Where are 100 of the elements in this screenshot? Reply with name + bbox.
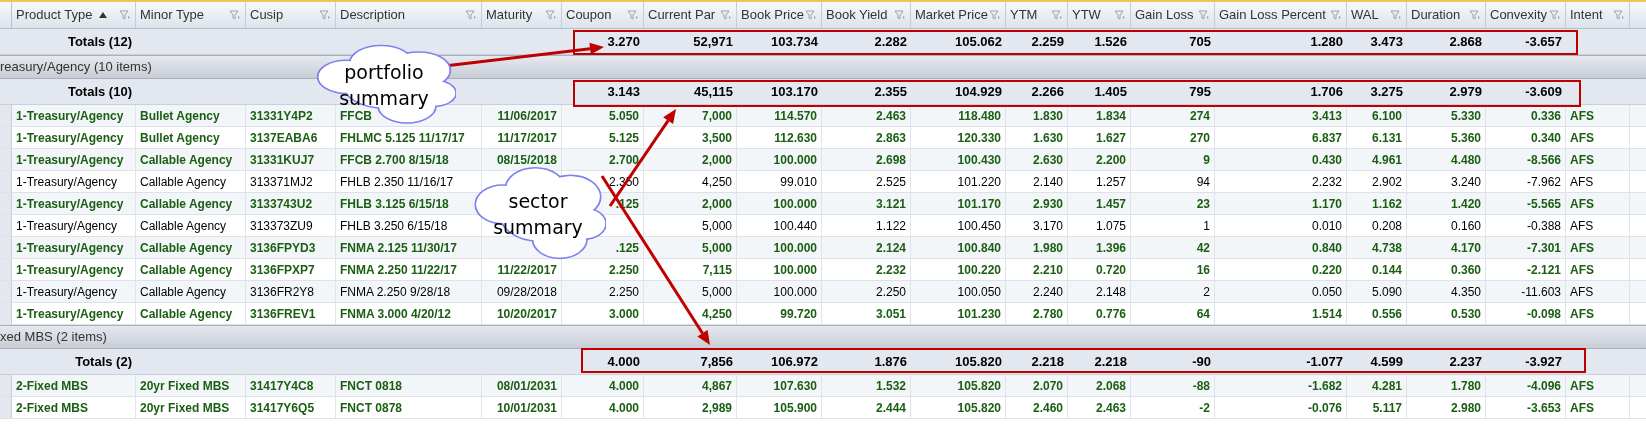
table-cell-text: 118.480 [958,107,1001,125]
table-cell-text: 5.117 [1372,399,1402,417]
filter-icon[interactable] [1390,9,1402,21]
column-header[interactable]: Cusip [246,2,336,28]
table-cell-text: -8.566 [1526,151,1561,169]
filter-icon[interactable] [1330,9,1342,21]
table-cell-text: 4.000 [608,377,639,395]
row-handle[interactable] [0,259,12,280]
filter-icon[interactable] [1114,9,1126,21]
table-cell-text: 3.413 [1311,107,1342,125]
table-cell-text: 313373ZU9 [250,217,313,235]
table-cell-text: 2-Fixed MBS [16,399,88,417]
row-handle[interactable] [0,171,12,192]
table-cell-text: 1-Treasury/Agency [16,261,124,279]
filter-icon[interactable] [545,9,557,21]
filter-icon[interactable] [1051,9,1063,21]
group-label[interactable]: xed MBS (2 items) [0,327,107,347]
filter-icon[interactable] [465,9,477,21]
total-value: 1.280 [1310,32,1343,51]
total-value: 52,971 [693,32,733,51]
table-cell-text: 100.220 [957,261,1001,279]
column-header[interactable]: Market Price [911,2,1006,28]
table-cell-text: FNMA 2.125 11/30/17 [340,239,457,257]
table-cell-text: 100.050 [957,283,1001,301]
totals-label: Totals (10) [67,82,132,101]
table-cell-text: .125 [615,239,639,257]
row-handle[interactable] [0,303,12,324]
table-cell-text: 9 [1203,151,1210,169]
table-cell-text: 0.776 [1095,305,1126,323]
table-cell-text: -11.603 [1521,283,1561,301]
table-cell-text: Bullet Agency [140,107,220,125]
table-cell-text: 1.075 [1095,217,1126,235]
group-label[interactable]: reasury/Agency (10 items) [0,57,152,77]
table-cell-text: 5.125 [608,129,639,147]
row-handle[interactable] [0,237,12,258]
table-cell-text: 1-Treasury/Agency [16,217,117,235]
row-handle[interactable] [0,375,12,396]
filter-icon[interactable] [1198,9,1210,21]
table-cell-text: 3.170 [1032,217,1063,235]
total-value: 1.405 [1094,82,1127,101]
filter-icon[interactable] [720,9,732,21]
table-cell-text: Callable Agency [140,239,233,257]
row-handle[interactable] [0,397,12,418]
row-handle[interactable] [0,127,12,148]
table-cell-text: 1.162 [1371,195,1402,213]
column-header[interactable]: Gain Loss Percent [1215,2,1347,28]
row-handle[interactable] [0,281,12,302]
filter-icon[interactable] [627,9,639,21]
column-header[interactable]: Gain Loss [1131,2,1215,28]
column-header[interactable]: Current Par [644,2,737,28]
filter-icon[interactable] [1613,9,1625,21]
filter-icon[interactable] [1469,9,1481,21]
table-cell-text: Bullet Agency [140,129,220,147]
row-handle[interactable] [0,193,12,214]
filter-icon[interactable] [229,9,241,21]
filter-icon[interactable] [1549,9,1561,21]
table-cell-text: -7.301 [1526,239,1561,257]
total-value: 2.979 [1449,82,1482,101]
table-cell-text: -3.653 [1526,399,1561,417]
column-header[interactable]: YTW [1068,2,1131,28]
column-header[interactable]: Coupon [562,2,644,28]
table-cell-text: 94 [1196,173,1210,191]
column-header[interactable]: Duration [1407,2,1486,28]
filter-icon[interactable] [319,9,331,21]
table-cell-text: -0.098 [1526,305,1561,323]
table-cell-text: 2.210 [1032,261,1063,279]
table-cell-text: 5.090 [1371,283,1402,301]
column-header[interactable]: Maturity [482,2,562,28]
column-header[interactable]: Convexity [1486,2,1566,28]
filter-icon[interactable] [805,9,817,21]
column-header[interactable]: Product Type [12,2,136,28]
filter-icon[interactable] [119,9,131,21]
table-cell-text: 2.444 [875,399,906,417]
table-cell-text: 3.000 [608,305,639,323]
table-cell-text: 31417Y6Q5 [250,399,315,417]
total-value: 103.170 [771,82,818,101]
total-value: 1.876 [874,352,907,371]
column-header[interactable]: Minor Type [136,2,246,28]
table-cell-text: 2.463 [1095,399,1126,417]
table-cell-text: 0.010 [1311,217,1342,235]
column-header[interactable]: WAL [1347,2,1407,28]
row-handle[interactable] [0,215,12,236]
table-cell-text: 1.457 [1095,195,1126,213]
filter-icon[interactable] [989,9,1001,21]
table-cell-text: 2.250 [875,283,906,301]
column-header[interactable]: Book Yield [822,2,911,28]
filter-icon[interactable] [894,9,906,21]
column-header[interactable]: YTM [1006,2,1068,28]
row-handle[interactable] [0,149,12,170]
table-cell-text: 2.463 [875,107,906,125]
column-header[interactable]: Book Price [737,2,822,28]
table-cell-text: 3.051 [875,305,906,323]
total-value: 2.282 [874,32,907,51]
table-cell-text: AFS [1570,151,1594,169]
column-header[interactable]: Intent [1566,2,1630,28]
column-header[interactable]: Description [336,2,482,28]
row-handle[interactable] [0,105,12,126]
total-value: 105.820 [955,352,1002,371]
table-cell-text: 2.140 [1032,173,1063,191]
total-value: 1.706 [1310,82,1343,101]
